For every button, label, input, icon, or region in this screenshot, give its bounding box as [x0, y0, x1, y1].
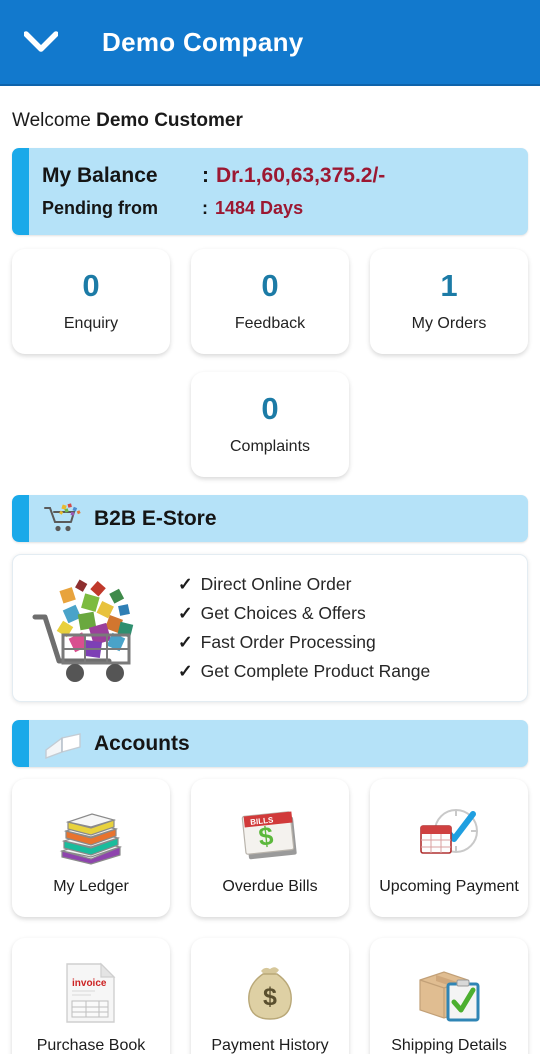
tile-label: Payment History	[211, 1037, 329, 1054]
stat-card-complaints[interactable]: 0 Complaints	[191, 372, 349, 477]
bills-calendar-dollar-icon: BILLS $	[235, 799, 305, 869]
pending-row: Pending from : 1484 Days	[42, 198, 514, 219]
tile-overdue-bills[interactable]: BILLS $ Overdue Bills	[191, 779, 349, 917]
open-book-icon	[42, 728, 84, 760]
balance-card[interactable]: My Balance : Dr.1,60,63,375.2/- Pending …	[12, 148, 528, 235]
stat-row-secondary: 0 Complaints	[12, 372, 528, 477]
check-icon: ✓	[178, 661, 193, 681]
welcome-line: Welcome Demo Customer	[0, 86, 540, 132]
calendar-clock-check-icon	[413, 799, 485, 869]
tile-upcoming-payment[interactable]: Upcoming Payment	[370, 779, 528, 917]
balance-label: My Balance	[42, 164, 158, 187]
b2b-feature-item: ✓ Get Choices & Offers	[178, 599, 430, 628]
tile-label: Upcoming Payment	[379, 878, 519, 896]
stat-card-my-orders[interactable]: 1 My Orders	[370, 249, 528, 354]
accounts-section-title: Accounts	[94, 731, 190, 755]
tile-payment-history[interactable]: $ Payment History	[191, 938, 349, 1054]
b2b-feature-text: Fast Order Processing	[200, 632, 376, 652]
tile-purchase-book[interactable]: invoice Purchase Book	[12, 938, 170, 1054]
stat-count: 0	[82, 268, 100, 303]
b2b-feature-list: ✓ Direct Online Order ✓ Get Choices & Offe…	[178, 570, 430, 686]
b2b-feature-item: ✓ Fast Order Processing	[178, 628, 430, 657]
balance-row: My Balance : Dr.1,60,63,375.2/-	[42, 164, 514, 188]
stat-label: My Orders	[411, 315, 487, 332]
chevron-down-icon[interactable]	[18, 19, 64, 65]
stat-cards: 0 Enquiry 0 Feedback 1 My Orders 0 Compl…	[0, 235, 540, 477]
balance-separator: :	[202, 164, 209, 187]
tile-shipping-details[interactable]: Shipping Details	[370, 938, 528, 1054]
b2b-section-header-wrap: B2B E-Store	[0, 477, 540, 542]
b2b-feature-text: Get Choices & Offers	[200, 603, 366, 623]
app-title: Demo Company	[102, 26, 304, 57]
b2b-feature-item: ✓ Get Complete Product Range	[178, 657, 430, 686]
check-icon: ✓	[178, 603, 193, 623]
customer-name: Demo Customer	[96, 110, 243, 131]
b2b-feature-item: ✓ Direct Online Order	[178, 570, 430, 599]
stat-card-feedback[interactable]: 0 Feedback	[191, 249, 349, 354]
stat-card-enquiry[interactable]: 0 Enquiry	[12, 249, 170, 354]
money-bag-icon: $	[239, 958, 301, 1028]
b2b-section-title: B2B E-Store	[94, 506, 217, 530]
shopping-cart-colorful-cubes-illustration	[23, 569, 178, 687]
stat-label: Complaints	[229, 438, 311, 455]
welcome-prefix: Welcome	[12, 110, 91, 131]
svg-text:$: $	[263, 983, 277, 1011]
pending-separator: :	[202, 198, 208, 218]
stat-count: 1	[440, 268, 458, 303]
stat-label: Enquiry	[63, 315, 119, 332]
check-icon: ✓	[178, 574, 193, 594]
b2b-feature-text: Get Complete Product Range	[200, 661, 431, 681]
svg-text:invoice: invoice	[72, 978, 107, 989]
b2b-feature-text: Direct Online Order	[200, 574, 352, 594]
accounts-tile-grid: My Ledger BILLS $ Overdue Bills Upcoming…	[0, 767, 540, 1054]
b2b-panel[interactable]: ✓ Direct Online Order ✓ Get Choices & Offe…	[12, 554, 528, 702]
invoice-document-icon: invoice	[61, 958, 121, 1028]
stat-count: 0	[261, 391, 279, 426]
tile-label: Shipping Details	[391, 1037, 507, 1054]
accounts-section-header-wrap: Accounts	[0, 702, 540, 767]
tile-my-ledger[interactable]: My Ledger	[12, 779, 170, 917]
pending-value: 1484 Days	[215, 198, 304, 218]
b2b-panel-wrap: ✓ Direct Online Order ✓ Get Choices & Offe…	[0, 542, 540, 702]
pending-label: Pending from	[42, 198, 158, 218]
balance-card-wrap: My Balance : Dr.1,60,63,375.2/- Pending …	[0, 132, 540, 235]
b2b-section-header[interactable]: B2B E-Store	[12, 495, 528, 542]
tile-label: My Ledger	[53, 878, 129, 896]
accounts-section-header[interactable]: Accounts	[12, 720, 528, 767]
app-bar: Demo Company	[0, 0, 540, 86]
stat-label: Feedback	[234, 315, 306, 332]
balance-value: Dr.1,60,63,375.2/-	[216, 164, 386, 187]
tile-label: Overdue Bills	[222, 878, 318, 896]
stat-row-primary: 0 Enquiry 0 Feedback 1 My Orders	[12, 249, 528, 354]
tile-label: Purchase Book	[36, 1037, 146, 1054]
stat-count: 0	[261, 268, 279, 303]
check-icon: ✓	[178, 632, 193, 652]
app-screen: Demo Company Welcome Demo Customer My Ba…	[0, 0, 540, 1054]
stacked-books-icon	[54, 799, 128, 869]
box-clipboard-check-icon	[414, 958, 484, 1028]
shopping-cart-confetti-icon	[42, 502, 84, 535]
